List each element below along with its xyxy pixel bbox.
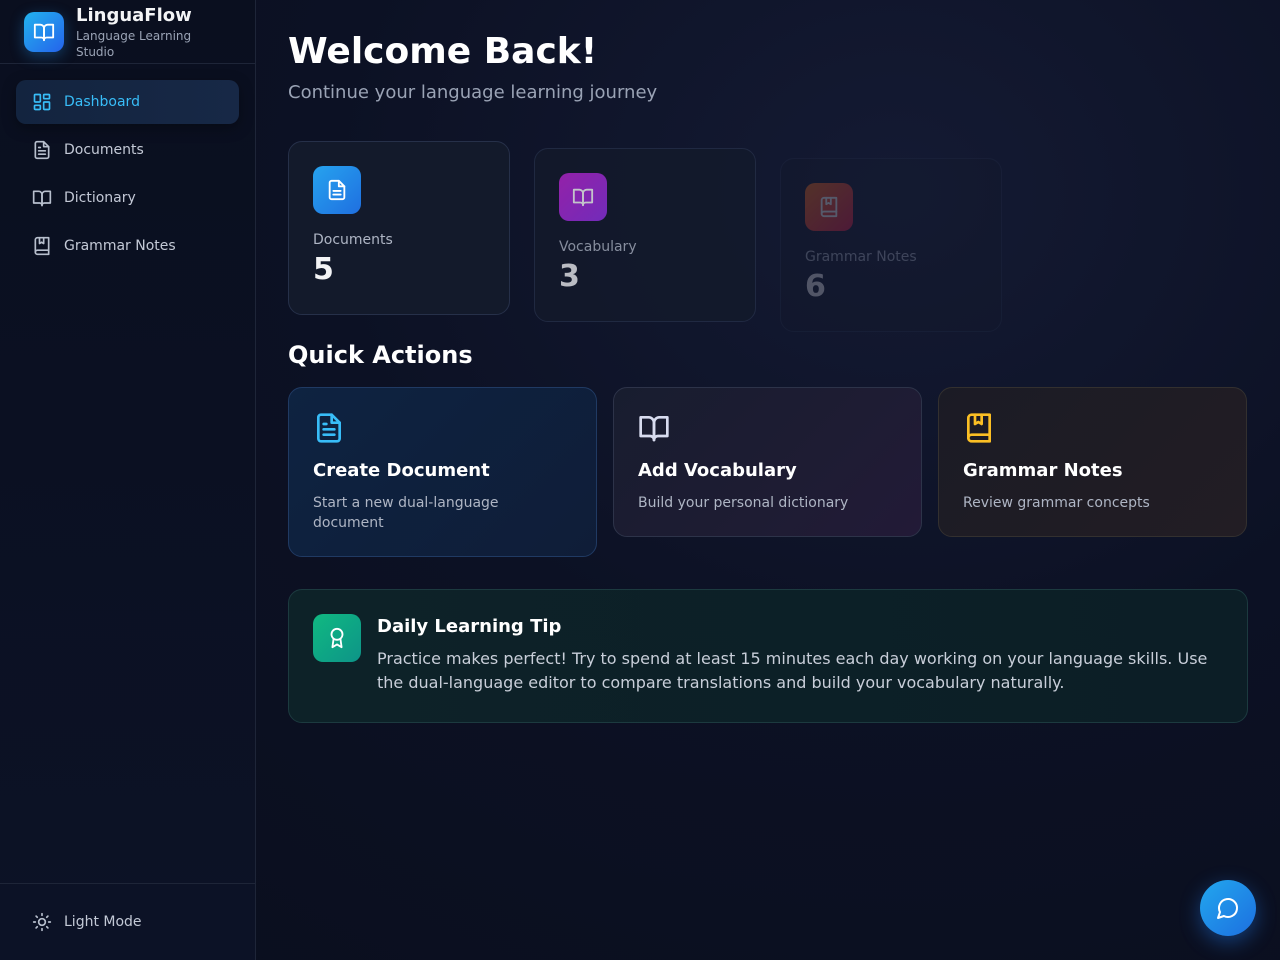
grid-icon bbox=[32, 92, 52, 112]
sidebar-item-documents[interactable]: Documents bbox=[16, 128, 239, 172]
page-title: Welcome Back! bbox=[288, 31, 598, 72]
stat-card-grammar-notes[interactable]: Grammar Notes 6 bbox=[780, 158, 1002, 332]
action-title: Create Document bbox=[313, 460, 490, 481]
stat-card-documents[interactable]: Documents 5 bbox=[288, 141, 510, 315]
document-icon bbox=[313, 166, 361, 214]
create-document-card[interactable]: Create Document Start a new dual-languag… bbox=[288, 387, 597, 557]
bookmark-book-icon bbox=[963, 412, 995, 444]
chat-button[interactable] bbox=[1200, 880, 1256, 936]
stat-label: Vocabulary bbox=[559, 239, 637, 255]
sidebar-nav: Dashboard Documents Dictionary Grammar N… bbox=[0, 64, 255, 268]
quick-actions: Create Document Start a new dual-languag… bbox=[288, 387, 1248, 557]
stat-value: 6 bbox=[805, 269, 826, 304]
stat-value: 3 bbox=[559, 259, 580, 294]
sidebar-item-dashboard[interactable]: Dashboard bbox=[16, 80, 239, 124]
light-mode-toggle[interactable]: Light Mode bbox=[16, 900, 239, 944]
bookmark-book-icon bbox=[32, 236, 52, 256]
document-icon bbox=[313, 412, 345, 444]
book-open-icon bbox=[24, 12, 64, 52]
stat-label: Grammar Notes bbox=[805, 249, 917, 265]
bookmark-book-icon bbox=[805, 183, 853, 231]
action-title: Grammar Notes bbox=[963, 460, 1123, 481]
brand: LinguaFlow Language Learning Studio bbox=[0, 0, 255, 64]
tip-text: Practice makes perfect! Try to spend at … bbox=[377, 649, 1208, 692]
sidebar-item-dictionary[interactable]: Dictionary bbox=[16, 176, 239, 220]
stat-value: 5 bbox=[313, 252, 334, 287]
document-icon bbox=[32, 140, 52, 160]
sidebar-item-label: Dictionary bbox=[64, 190, 136, 206]
sidebar: LinguaFlow Language Learning Studio Dash… bbox=[0, 0, 256, 960]
brand-subtitle: Language Learning Studio bbox=[76, 29, 192, 59]
sidebar-footer: Light Mode bbox=[0, 883, 255, 960]
grammar-notes-card[interactable]: Grammar Notes Review grammar concepts bbox=[938, 387, 1247, 537]
tip-title: Daily Learning Tip bbox=[377, 616, 562, 637]
stat-card-vocabulary[interactable]: Vocabulary 3 bbox=[534, 148, 756, 322]
book-open-icon bbox=[559, 173, 607, 221]
sun-icon bbox=[32, 912, 52, 932]
action-description: Start a new dual-language document bbox=[313, 495, 499, 531]
daily-tip-card: Daily Learning Tip Practice makes perfec… bbox=[288, 589, 1248, 723]
quick-actions-title: Quick Actions bbox=[288, 341, 473, 369]
brand-name: LinguaFlow bbox=[76, 5, 192, 26]
action-description: Build your personal dictionary bbox=[638, 495, 849, 511]
sidebar-item-label: Grammar Notes bbox=[64, 238, 176, 254]
main-content: Welcome Back! Continue your language lea… bbox=[256, 0, 1280, 960]
book-open-icon bbox=[32, 188, 52, 208]
light-mode-label: Light Mode bbox=[64, 914, 142, 930]
stat-label: Documents bbox=[313, 232, 393, 248]
page-subtitle: Continue your language learning journey bbox=[288, 82, 658, 103]
app-root: LinguaFlow Language Learning Studio Dash… bbox=[0, 0, 1280, 960]
action-description: Review grammar concepts bbox=[963, 495, 1150, 511]
award-icon bbox=[313, 614, 361, 662]
add-vocabulary-card[interactable]: Add Vocabulary Build your personal dicti… bbox=[613, 387, 922, 537]
stats-row: Documents 5 Vocabulary 3 Grammar Notes 6 bbox=[288, 141, 1248, 341]
sidebar-item-label: Dashboard bbox=[64, 94, 140, 110]
chat-bubble-icon bbox=[1216, 896, 1240, 920]
book-open-icon bbox=[638, 412, 670, 444]
sidebar-item-label: Documents bbox=[64, 142, 144, 158]
sidebar-item-grammar-notes[interactable]: Grammar Notes bbox=[16, 224, 239, 268]
action-title: Add Vocabulary bbox=[638, 460, 797, 481]
